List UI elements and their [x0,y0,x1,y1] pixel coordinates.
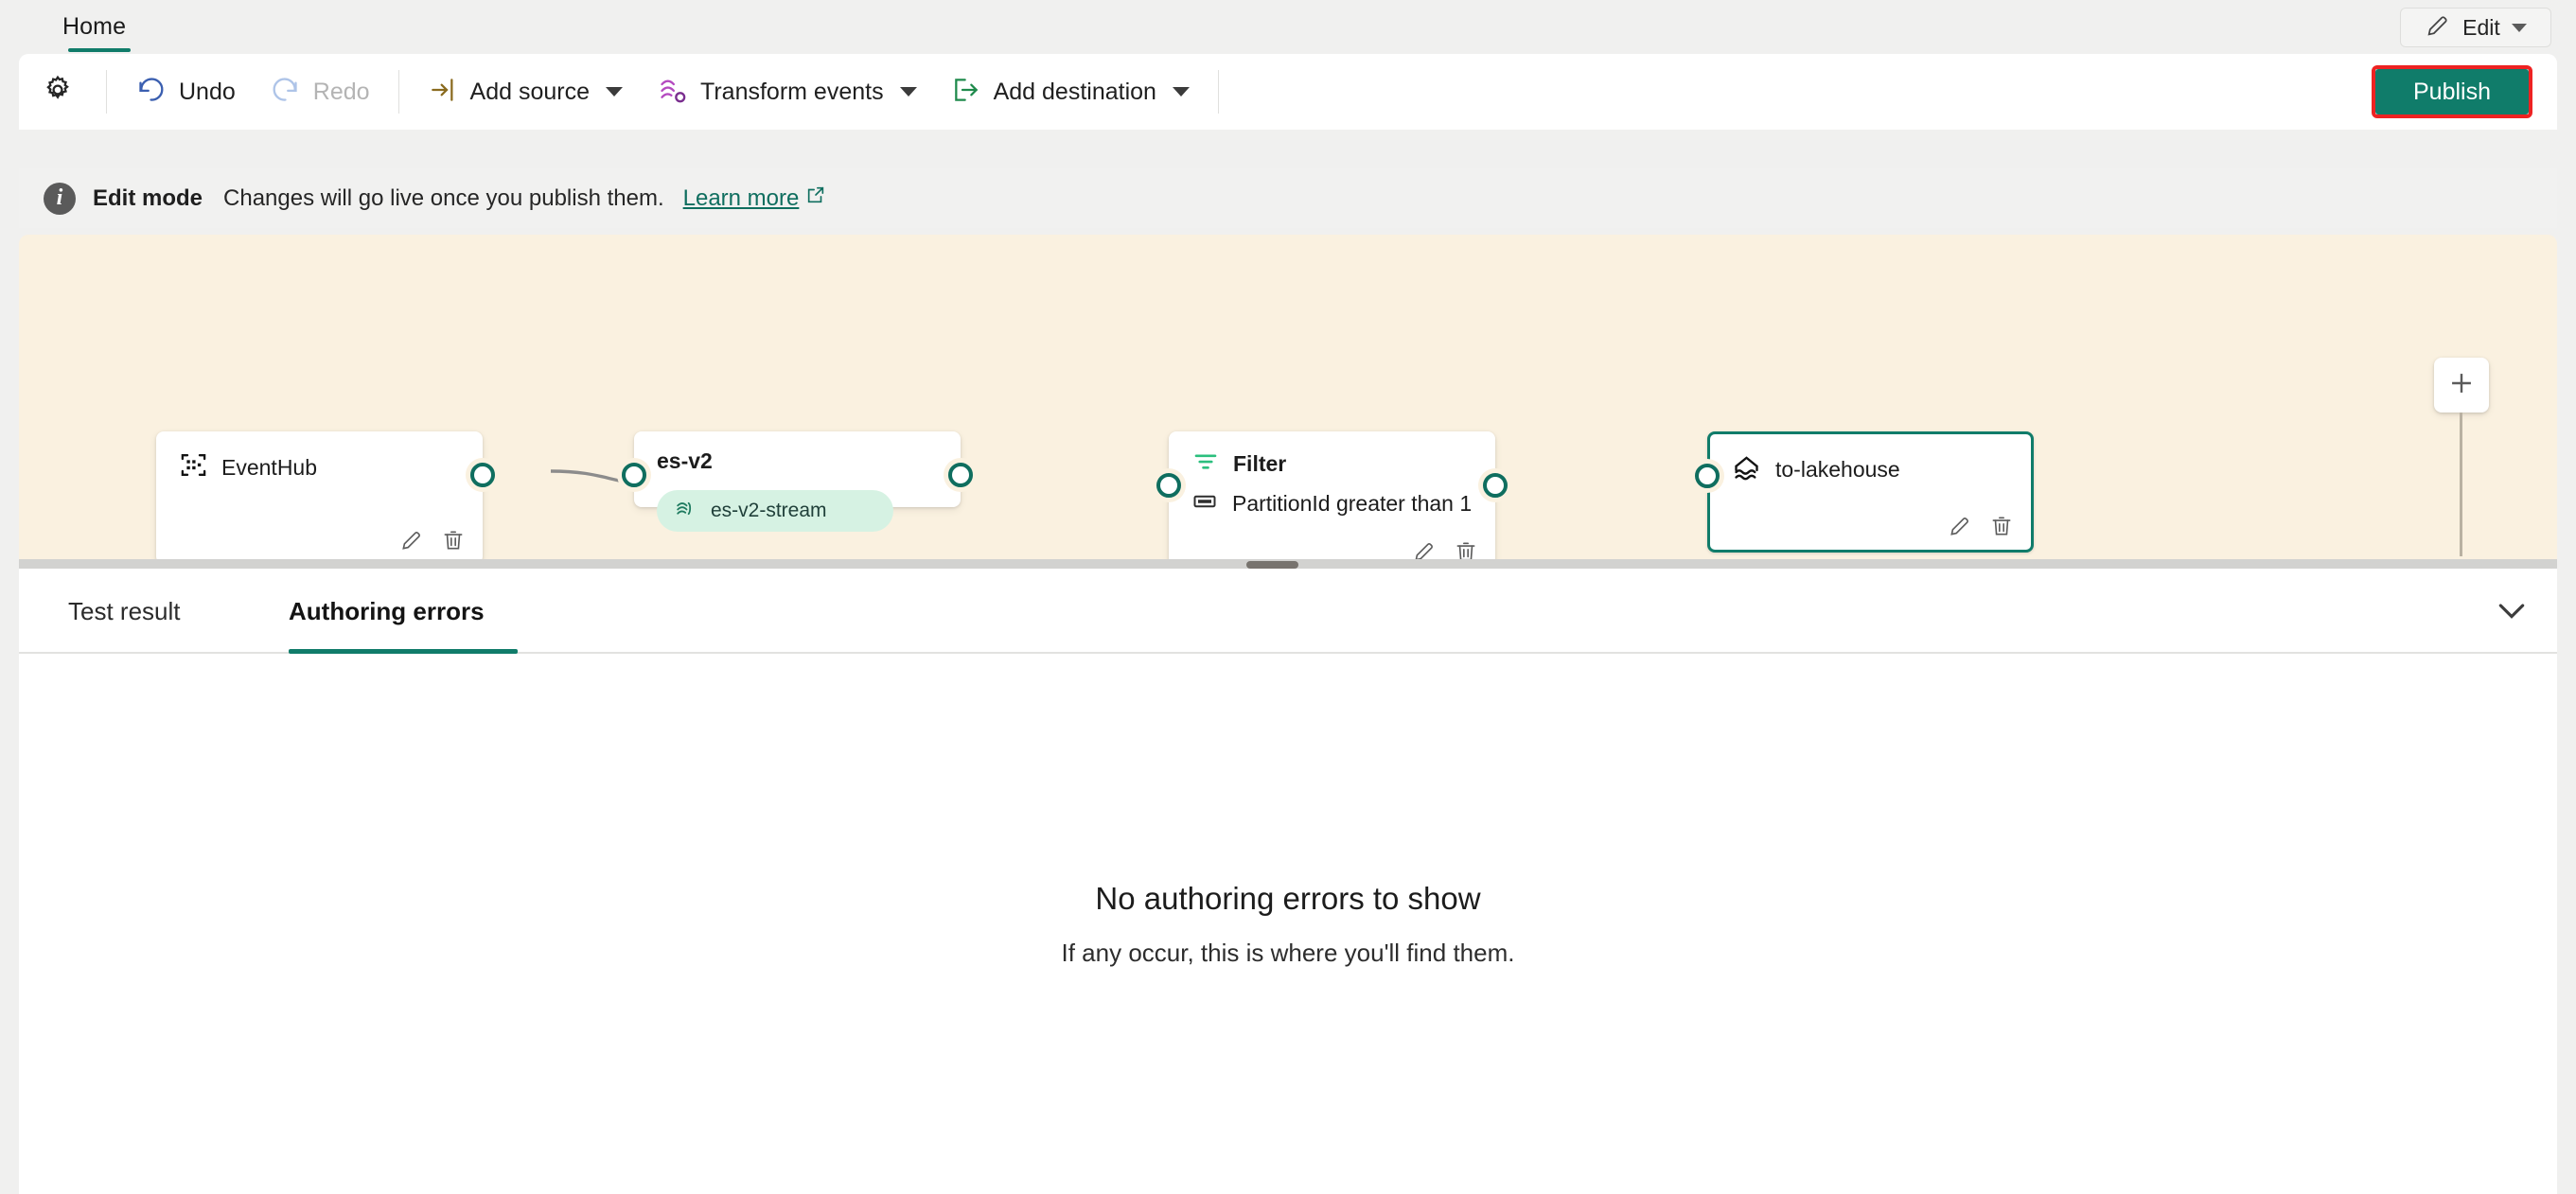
tab-authoring-errors-label: Authoring errors [289,596,485,625]
node-filter[interactable]: Filter PartitionId greater than 1 [1156,431,1508,559]
eventstream-editor-window: Home Edit Undo Redo Add source Transform… [0,0,2576,1194]
edit-button[interactable]: Edit [2400,8,2551,47]
transform-events-icon [657,74,688,110]
publish-button-label: Publish [2413,78,2491,105]
node-to-lakehouse-actions [1948,514,2014,538]
node-es-v2-title: es-v2 [657,448,713,473]
empty-state-subtitle: If any occur, this is where you'll find … [1061,939,1515,967]
edit-button-label: Edit [2462,14,2500,40]
node-filter-title: Filter [1233,451,1287,476]
authoring-errors-empty-state: No authoring errors to show If any occur… [19,881,2557,968]
tab-test-result-label: Test result [68,596,181,625]
filter-icon [1191,448,1220,481]
chevron-down-icon [1172,87,1190,97]
trash-icon[interactable] [1989,514,2014,538]
chevron-down-icon [2493,591,2531,634]
eventhub-icon [179,450,208,484]
pencil-icon[interactable] [1412,539,1437,559]
bottom-panel-tabrow: Test result Authoring errors [19,569,2557,654]
empty-state-title: No authoring errors to show [1095,881,1481,916]
learn-more-link[interactable]: Learn more [683,184,827,212]
edit-mode-infobar: i Edit mode Changes will go live once yo… [19,168,2557,228]
tab-home[interactable]: Home [51,0,137,54]
transform-events-label: Transform events [700,78,884,105]
add-destination-icon [951,75,981,110]
node-eventhub[interactable]: EventHub [156,431,495,559]
collapse-panel-button[interactable] [2491,591,2532,633]
publish-highlight-box: Publish [2372,65,2532,118]
chevron-down-icon [2511,23,2527,32]
infobar-message: Changes will go live once you publish th… [223,184,664,211]
gear-icon [42,74,74,111]
bottom-panel: Test result Authoring errors No authorin… [19,569,2557,1194]
es-v2-stream-pill[interactable]: es-v2-stream [657,490,893,532]
trash-icon[interactable] [441,528,466,553]
toolbar-divider [106,70,107,114]
settings-button[interactable] [19,65,95,118]
node-to-lakehouse[interactable]: to-lakehouse [1695,431,2034,553]
filter-condition-label: PartitionId greater than 1 [1232,491,1473,516]
command-bar: Undo Redo Add source Transform events Ad… [19,54,2557,130]
add-source-button[interactable]: Add source [411,65,640,118]
external-link-icon [805,184,826,212]
node-eventhub-actions [399,528,466,553]
redo-button[interactable]: Redo [253,65,387,118]
pencil-icon[interactable] [1948,514,1972,538]
node-to-lakehouse-title: to-lakehouse [1775,456,1900,482]
node-filter-header: Filter [1191,448,1286,481]
undo-label: Undo [179,78,236,105]
node-to-lakehouse-header: to-lakehouse [1731,451,1900,487]
eventstream-canvas[interactable]: EventHub es-v2 es-v2-stream Filter Parti… [19,235,2557,559]
info-icon: i [44,182,76,215]
node-es-v2-input-port[interactable] [622,463,646,487]
add-node-button[interactable] [2434,358,2489,413]
add-destination-button[interactable]: Add destination [934,65,1207,118]
chevron-down-icon [899,87,917,97]
infobar-title: Edit mode [93,184,203,211]
chevron-down-icon [606,87,623,97]
node-to-lakehouse-input-port[interactable] [1695,464,1720,488]
undo-button[interactable]: Undo [118,65,253,118]
publish-button[interactable]: Publish [2375,69,2529,114]
node-eventhub-header: EventHub [179,450,317,484]
trash-icon[interactable] [1454,539,1478,559]
node-eventhub-title: EventHub [221,454,318,480]
node-es-v2[interactable]: es-v2 es-v2-stream [622,431,973,532]
tab-home-label: Home [62,13,127,40]
filter-condition-row: PartitionId greater than 1 [1191,488,1472,519]
node-filter-input-port[interactable] [1156,473,1181,498]
tab-authoring-errors[interactable]: Authoring errors [289,569,485,654]
add-source-label: Add source [469,78,590,105]
pencil-icon [2425,12,2451,44]
pencil-icon[interactable] [399,528,424,553]
ribbon-tabstrip: Home Edit [32,0,2576,54]
add-node-connector-stem [2460,413,2462,556]
field-icon [1191,488,1218,519]
eventstream-icon [674,497,697,525]
redo-label: Redo [312,78,370,105]
transform-events-button[interactable]: Transform events [640,65,934,118]
panel-splitter-handle[interactable] [1246,561,1298,569]
node-eventhub-output-port[interactable] [470,463,495,487]
plus-icon [2445,367,2478,404]
redo-arrow-icon [270,74,301,110]
node-filter-output-port[interactable] [1483,473,1508,498]
toolbar-divider-3 [1217,70,1219,114]
undo-arrow-icon [135,74,167,110]
tab-test-result[interactable]: Test result [68,569,181,654]
node-filter-actions [1412,539,1478,559]
toolbar-divider-2 [397,70,399,114]
tab-authoring-errors-active-indicator [289,649,518,654]
es-v2-stream-label: es-v2-stream [711,500,827,521]
node-es-v2-output-port[interactable] [948,463,973,487]
tab-home-active-indicator [68,48,131,52]
learn-more-label: Learn more [682,184,800,211]
add-destination-label: Add destination [993,78,1156,105]
add-source-icon [428,75,458,110]
node-es-v2-header: es-v2 [657,448,713,474]
lakehouse-icon [1731,451,1762,487]
